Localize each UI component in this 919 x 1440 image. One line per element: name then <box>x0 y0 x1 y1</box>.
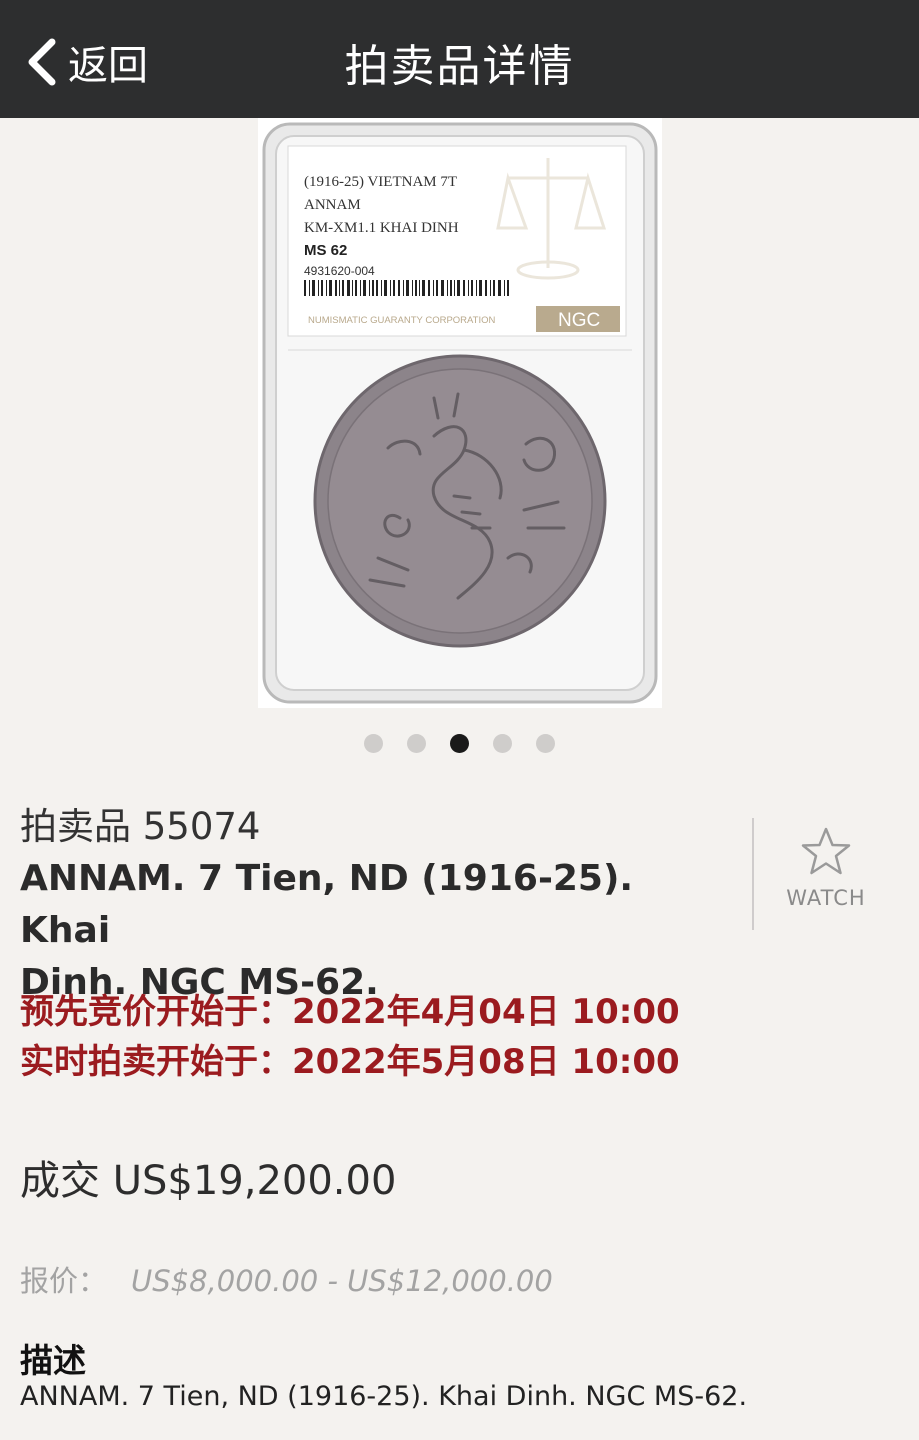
description-text: ANNAM. 7 Tien, ND (1916-25). Khai Dinh. … <box>20 1381 748 1412</box>
watch-button[interactable]: WATCH <box>776 826 876 926</box>
lot-image[interactable]: (1916-25) VIETNAM 7T ANNAM KM-XM1.1 KHAI… <box>258 118 662 708</box>
carousel-dot[interactable] <box>536 734 555 753</box>
page-title: 拍卖品详情 <box>344 41 575 92</box>
estimate: 报价： US$8,000.00 - US$12,000.00 <box>20 1258 553 1300</box>
sold-price: 成交 US$19,200.00 <box>20 1158 397 1204</box>
ngc-logo: NGC <box>558 310 600 331</box>
slab-cert-number: 4931620-004 <box>304 264 375 278</box>
description-heading: 描述 <box>20 1341 86 1380</box>
slab-line-1: (1916-25) VIETNAM 7T <box>304 174 457 190</box>
top-navigation-bar: 返回 拍卖品详情 <box>0 0 919 118</box>
slab-line-2: ANNAM <box>304 197 361 213</box>
star-outline-icon <box>801 827 851 875</box>
divider <box>752 818 754 930</box>
carousel-dot-active[interactable] <box>450 734 469 753</box>
slab-line-3: KM-XM1.1 KHAI DINH <box>304 220 459 236</box>
carousel-dot[interactable] <box>407 734 426 753</box>
prebid-start-time: 预先竞价开始于：2022年4月04日 10:00 <box>20 992 680 1032</box>
estimate-range: US$8,000.00 - US$12,000.00 <box>131 1264 553 1298</box>
watch-label: WATCH <box>786 886 866 910</box>
lot-number: 拍卖品 55074 <box>20 805 261 848</box>
estimate-label: 报价： <box>20 1264 108 1298</box>
lot-title-line: ANNAM. 7 Tien, ND (1916-25). Khai <box>20 858 634 951</box>
slab-footer: NUMISMATIC GUARANTY CORPORATION <box>308 315 496 326</box>
carousel-dot[interactable] <box>364 734 383 753</box>
carousel-dot[interactable] <box>493 734 512 753</box>
live-auction-start-time: 实时拍卖开始于：2022年5月08日 10:00 <box>20 1042 680 1082</box>
carousel-indicator <box>0 734 919 754</box>
slab-grade: MS 62 <box>304 242 347 259</box>
